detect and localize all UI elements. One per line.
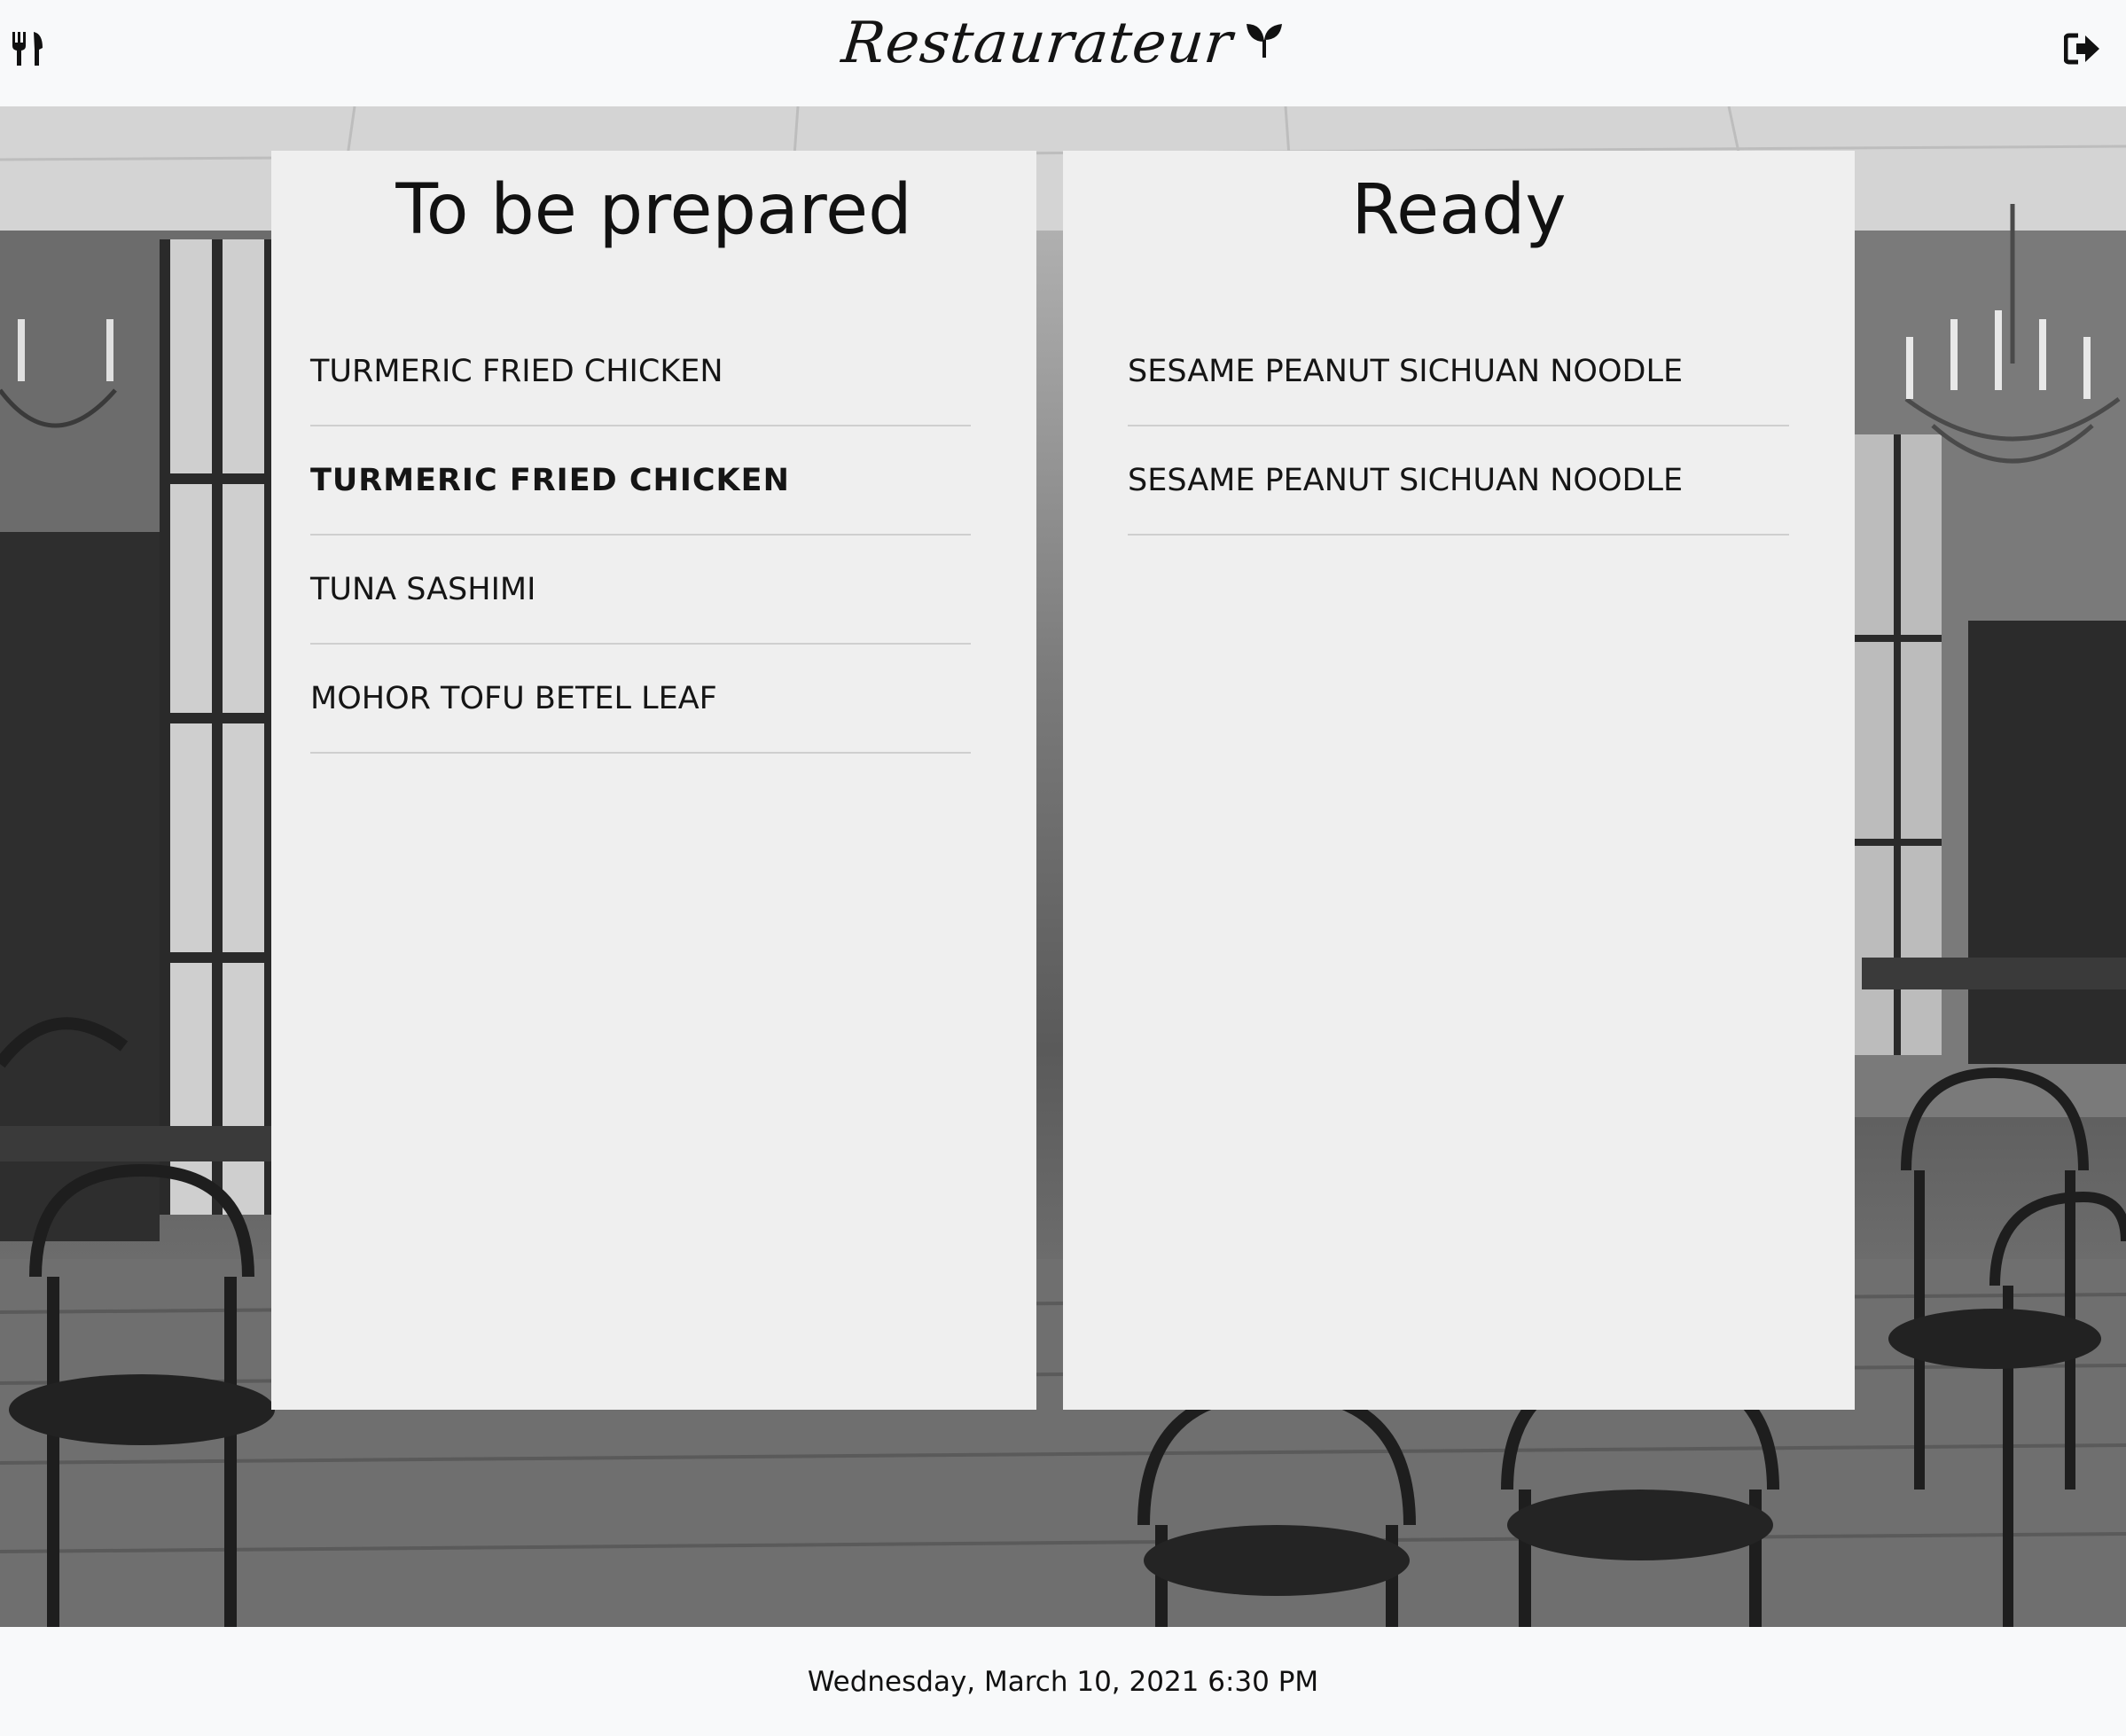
to-be-prepared-panel: To be prepared TURMERIC FRIED CHICKEN TU… bbox=[271, 151, 1036, 1410]
footer-bar: Wednesday, March 10, 2021 6:30 PM bbox=[0, 1627, 2126, 1736]
order-item[interactable]: SESAME PEANUT SICHUAN NOODLE bbox=[1128, 317, 1789, 426]
order-item[interactable]: MOHOR TOFU BETEL LEAF bbox=[310, 645, 971, 754]
seedling-icon bbox=[1247, 24, 1283, 58]
brand: Restaurateur bbox=[0, 4, 2126, 83]
order-item-highlighted[interactable]: TURMERIC FRIED CHICKEN bbox=[310, 426, 971, 536]
brand-link[interactable]: Restaurateur bbox=[839, 4, 1284, 83]
top-navbar: Restaurateur bbox=[0, 0, 2126, 106]
to-be-prepared-list: TURMERIC FRIED CHICKEN TURMERIC FRIED CH… bbox=[310, 317, 971, 754]
order-item[interactable]: SESAME PEANUT SICHUAN NOODLE bbox=[1128, 426, 1789, 536]
current-datetime: Wednesday, March 10, 2021 6:30 PM bbox=[807, 1665, 1319, 1698]
brand-name: Restaurateur bbox=[839, 11, 1236, 76]
sign-out-icon[interactable] bbox=[2064, 32, 2101, 66]
ready-title: Ready bbox=[1351, 170, 1567, 250]
to-be-prepared-title: To be prepared bbox=[395, 170, 912, 250]
ready-list: SESAME PEANUT SICHUAN NOODLE SESAME PEAN… bbox=[1128, 317, 1789, 536]
order-item[interactable]: TURMERIC FRIED CHICKEN bbox=[310, 317, 971, 426]
order-item[interactable]: TUNA SASHIMI bbox=[310, 536, 971, 645]
ready-panel: Ready SESAME PEANUT SICHUAN NOODLE SESAM… bbox=[1063, 151, 1855, 1410]
